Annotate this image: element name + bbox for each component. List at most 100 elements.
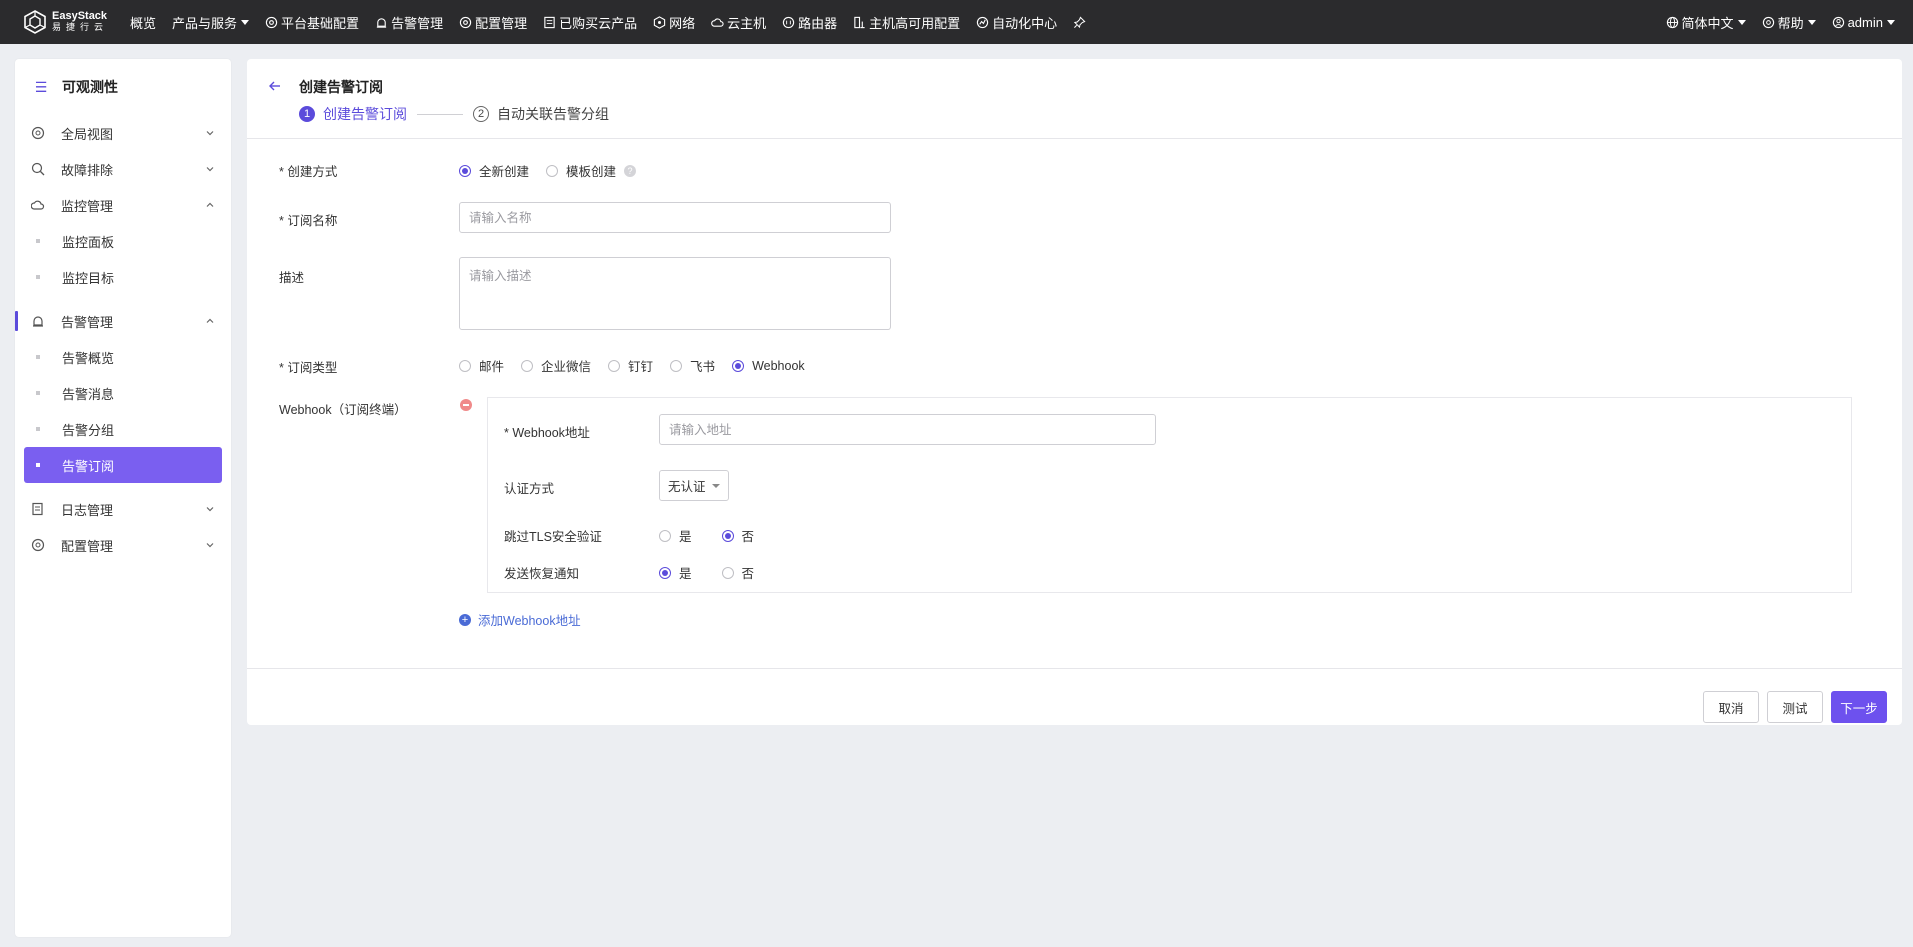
- brand-logo[interactable]: EasyStack 易捷行云: [22, 9, 108, 35]
- nav-platform-config[interactable]: 平台基础配置: [257, 0, 367, 44]
- nav-purchased-label: 已购买云产品: [559, 15, 638, 31]
- remove-webhook-icon[interactable]: [460, 399, 472, 411]
- radio-checked-icon: [459, 164, 471, 177]
- nav-host-ha[interactable]: 主机高可用配置: [845, 0, 968, 44]
- bullet-icon: [36, 275, 40, 279]
- help-question-icon[interactable]: ?: [624, 164, 637, 177]
- nav-overview-label: 概览: [130, 15, 157, 31]
- radio-unchecked-icon: [608, 359, 621, 372]
- radio-wecom[interactable]: 企业微信: [521, 356, 591, 375]
- sidebar-item-alarm-subscription[interactable]: 告警订阅: [24, 447, 222, 483]
- radio-skip-tls-no[interactable]: 否: [721, 526, 755, 545]
- user-menu[interactable]: admin: [1824, 0, 1903, 44]
- nav-pin[interactable]: [1065, 0, 1097, 44]
- globe-icon: [31, 126, 45, 140]
- nav-products-label: 产品与服务: [172, 15, 238, 31]
- bullet-icon: [36, 239, 40, 243]
- sidebar-item-monitor-target[interactable]: 监控目标: [24, 259, 222, 295]
- radio-checked-icon: [721, 529, 734, 542]
- step-1: 1 创建告警订阅: [299, 104, 407, 124]
- user-label: admin: [1847, 14, 1883, 30]
- sidebar-item-label: 告警消息: [62, 386, 115, 402]
- step-connector: [417, 113, 463, 115]
- nav-products[interactable]: 产品与服务: [164, 0, 257, 44]
- nav-router-label: 路由器: [798, 15, 838, 31]
- next-step-button[interactable]: 下一步: [1831, 691, 1887, 723]
- radio-feishu[interactable]: 飞书: [670, 356, 715, 375]
- nav-network-label: 网络: [669, 15, 696, 31]
- sidebar-group-label: 故障排除: [61, 162, 114, 178]
- radio-checked-icon: [659, 566, 671, 579]
- description-textarea[interactable]: [459, 257, 891, 330]
- nav-alarm[interactable]: 告警管理: [367, 0, 451, 44]
- sidebar-item-alarm-messages[interactable]: 告警消息: [24, 375, 222, 411]
- sidebar-group-monitor[interactable]: 监控管理: [15, 187, 231, 223]
- step-label: 创建告警订阅: [323, 106, 407, 122]
- add-webhook-link[interactable]: + 添加Webhook地址: [459, 610, 581, 629]
- radio-label: 是: [679, 567, 692, 581]
- nav-vm[interactable]: 云主机: [703, 0, 774, 44]
- sidebar-item-label: 告警分组: [62, 422, 115, 438]
- form-footer: 取消 测试 下一步: [247, 668, 1902, 725]
- radio-skip-tls-yes[interactable]: 是: [659, 526, 692, 545]
- nav-automation-label: 自动化中心: [992, 15, 1058, 31]
- sidebar-item-label: 监控目标: [62, 270, 115, 286]
- sidebar-group-config[interactable]: 配置管理: [15, 527, 231, 563]
- sidebar-group-global-view[interactable]: 全局视图: [15, 115, 231, 151]
- chevron-up-icon: [206, 318, 214, 323]
- radio-label: 邮件: [479, 360, 505, 374]
- nav-automation[interactable]: 自动化中心: [968, 0, 1065, 44]
- sidebar-group-log[interactable]: 日志管理: [15, 491, 231, 527]
- globe-icon: [1666, 16, 1678, 28]
- chevron-down-icon: [206, 167, 214, 172]
- nav-config[interactable]: 配置管理: [451, 0, 535, 44]
- pin-icon: [1074, 15, 1086, 28]
- cancel-button[interactable]: 取消: [1703, 691, 1759, 723]
- radio-new-create[interactable]: 全新创建: [459, 161, 529, 180]
- gear-icon: [459, 16, 472, 28]
- sidebar-item-label: 告警订阅: [62, 458, 115, 474]
- radio-recovery-no[interactable]: 否: [721, 563, 754, 582]
- sidebar-item-alarm-groups[interactable]: 告警分组: [24, 411, 222, 447]
- auth-method-select[interactable]: 无认证: [659, 470, 729, 501]
- sidebar-group-alarm[interactable]: 告警管理: [15, 303, 231, 339]
- nav-network[interactable]: 网络: [645, 0, 703, 44]
- help-label: 帮助: [1777, 15, 1804, 31]
- help-menu[interactable]: 帮助: [1754, 0, 1824, 44]
- nav-router[interactable]: 路由器: [774, 0, 845, 44]
- top-navbar: EasyStack 易捷行云 概览 产品与服务 平台基础配置 告警管理 配置管理…: [0, 0, 1913, 44]
- gear-icon: [265, 16, 278, 28]
- chevron-down-icon: [206, 131, 214, 136]
- sidebar-group-label: 告警管理: [61, 314, 114, 330]
- sidebar-item-monitor-panel[interactable]: 监控面板: [24, 223, 222, 259]
- sidebar-group-troubleshoot[interactable]: 故障排除: [15, 151, 231, 187]
- test-button[interactable]: 测试: [1767, 691, 1823, 723]
- page-title: 创建告警订阅: [299, 79, 383, 95]
- sidebar-title: 可观测性: [62, 79, 118, 95]
- radio-label: 否: [741, 530, 755, 544]
- radio-label: 模板创建: [566, 165, 617, 179]
- language-switch[interactable]: 简体中文: [1658, 0, 1754, 44]
- radio-unchecked-icon: [521, 359, 534, 372]
- skip-tls-label: 跳过TLS安全验证: [504, 530, 602, 544]
- radio-template-create[interactable]: 模板创建: [546, 161, 616, 180]
- back-button[interactable]: [265, 76, 285, 96]
- radio-webhook[interactable]: Webhook: [732, 359, 805, 373]
- radio-recovery-yes[interactable]: 是: [659, 563, 692, 582]
- sidebar-item-alarm-overview[interactable]: 告警概览: [24, 339, 222, 375]
- radio-dingtalk[interactable]: 钉钉: [608, 356, 653, 375]
- caret-down-icon: [1807, 19, 1816, 25]
- chevron-down-icon: [206, 543, 214, 548]
- menu-icon[interactable]: ☰: [33, 79, 49, 95]
- automation-icon: [977, 16, 989, 28]
- nav-platform-config-label: 平台基础配置: [281, 15, 360, 31]
- caret-down-icon: [711, 483, 720, 488]
- radio-label: 是: [679, 530, 692, 544]
- caret-down-icon: [1737, 19, 1746, 25]
- subscription-name-input[interactable]: [459, 202, 891, 233]
- webhook-url-input[interactable]: [659, 414, 1156, 445]
- radio-email[interactable]: 邮件: [459, 356, 504, 375]
- nav-purchased[interactable]: 已购买云产品: [535, 0, 645, 44]
- nav-overview[interactable]: 概览: [122, 0, 164, 44]
- list-icon: [544, 16, 555, 28]
